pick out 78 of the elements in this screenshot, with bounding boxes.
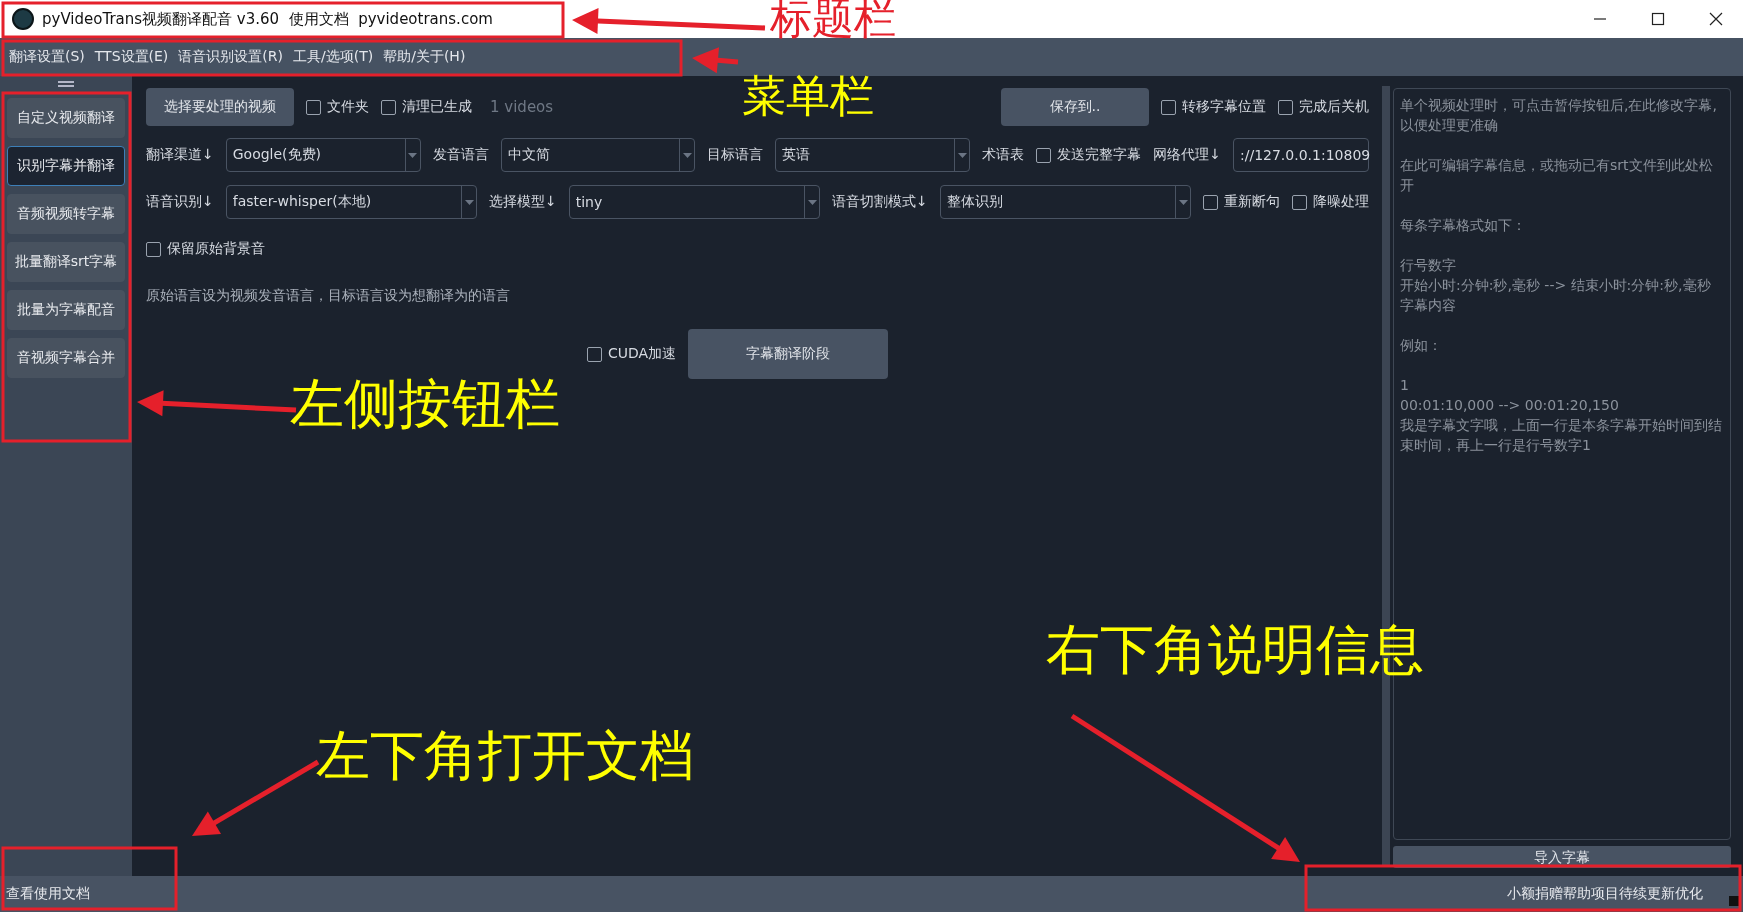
checkbox-label[interactable]: 重新断句: [1224, 193, 1280, 211]
annotation-label: 菜单栏: [742, 70, 874, 123]
checkbox-label[interactable]: 降噪处理: [1313, 193, 1369, 211]
checkbox-label[interactable]: 清理已生成: [402, 98, 472, 116]
import-subtitle-button[interactable]: 导入字幕: [1393, 846, 1731, 868]
dropdown[interactable]: 英语: [775, 138, 971, 172]
maximize-icon[interactable]: [1651, 12, 1665, 26]
donate-link[interactable]: 小额捐赠帮助项目待续更新优化: [1507, 885, 1703, 903]
annotation-label: 左侧按钮栏: [290, 372, 560, 437]
placeholder-text: 例如：: [1400, 336, 1443, 355]
checkbox-label[interactable]: 完成后关机: [1299, 98, 1369, 116]
hint-text: 原始语言设为视频发音语言，目标语言设为想翻译为的语言: [146, 287, 510, 305]
pointer-arrow: [692, 47, 739, 74]
field-label: 网络代理↓: [1153, 146, 1221, 164]
sidebar-button[interactable]: 自定义视频翻译: [7, 98, 125, 138]
placeholder-text: 每条字幕格式如下：: [1400, 216, 1527, 235]
action-button[interactable]: 保存到..: [1001, 88, 1149, 126]
field-label: 翻译渠道↓: [146, 146, 214, 164]
checkbox[interactable]: [1278, 99, 1293, 115]
menu-item[interactable]: 翻译设置(S): [9, 48, 85, 66]
placeholder-text: 单个视频处理时，可点击暂停按钮后,在此修改字幕,以便处理更准确: [1400, 96, 1718, 135]
checkbox[interactable]: [1292, 194, 1307, 210]
dropdown[interactable]: 中文简: [500, 138, 696, 172]
menu-item[interactable]: 帮助/关于(H): [383, 48, 466, 66]
dropdown-arrow-icon: [408, 152, 418, 158]
menu-item[interactable]: TTS设置(E): [94, 48, 169, 66]
checkbox-label[interactable]: 转移字幕位置: [1182, 98, 1266, 116]
checkbox-label[interactable]: CUDA加速: [607, 345, 677, 363]
placeholder-text: 开始小时:分钟:秒,毫秒 --> 结束小时:分钟:秒,毫秒: [1400, 276, 1712, 295]
sidebar-button[interactable]: 识别字幕并翻译: [7, 146, 125, 186]
dropdown[interactable]: 整体识别: [939, 185, 1191, 219]
field-label: 术语表: [982, 146, 1025, 164]
placeholder-text: 我是字幕文字哦，上面一行是本条字幕开始时间到结束时间，再上一行是行号数字1: [1400, 416, 1723, 455]
field-label: 目标语言: [707, 146, 764, 164]
dropdown-arrow-icon: [682, 152, 692, 158]
checkbox-label[interactable]: 保留原始背景音: [167, 240, 265, 258]
app-logo-icon: [12, 8, 34, 30]
dropdown[interactable]: faster-whisper(本地): [225, 185, 477, 219]
dropdown-arrow-icon: [957, 152, 967, 158]
checkbox[interactable]: [306, 99, 321, 115]
placeholder-text: 行号数字: [1400, 256, 1457, 275]
field-label: 语音切割模式↓: [832, 193, 928, 211]
action-button[interactable]: 选择要处理的视频: [146, 88, 294, 126]
field-label: 选择模型↓: [489, 193, 557, 211]
checkbox[interactable]: [1161, 99, 1176, 115]
drag-handle-icon[interactable]: [57, 80, 75, 88]
proxy-input-field[interactable]: ://127.0.0.1:10809: [1233, 138, 1369, 172]
close-icon[interactable]: [1709, 12, 1723, 26]
dropdown-arrow-icon: [1178, 199, 1188, 205]
checkbox[interactable]: [586, 346, 602, 362]
field-label: 发音语言: [432, 146, 489, 164]
sidebar-button[interactable]: 批量为字幕配音: [7, 290, 125, 330]
video-count: 1 videos: [490, 98, 554, 116]
sidebar-button[interactable]: 音视频字幕合并: [7, 338, 125, 378]
checkbox-label[interactable]: 文件夹: [327, 98, 369, 116]
dropdown-arrow-icon: [464, 199, 474, 205]
annotation-label: 左下角打开文档: [316, 724, 694, 789]
checkbox[interactable]: [146, 241, 161, 257]
docs-link[interactable]: 查看使用文档: [6, 885, 90, 903]
sidebar-button[interactable]: 批量翻译srt字幕: [7, 242, 125, 282]
checkbox[interactable]: [1036, 147, 1052, 163]
placeholder-text: 在此可编辑字幕信息，或拖动已有srt文件到此处松开: [1400, 156, 1714, 195]
window-title: pyVideoTrans视频翻译配音 v3.60 使用文档 pyvideotrans.com: [42, 9, 493, 29]
menu-item[interactable]: 工具/选项(T): [293, 48, 374, 66]
checkbox[interactable]: [381, 99, 396, 115]
checkbox[interactable]: [1203, 194, 1218, 210]
placeholder-text: 00:01:10,000 --> 00:01:20,150: [1400, 396, 1620, 415]
field-label: 语音识别↓: [146, 193, 214, 211]
dropdown[interactable]: Google(免费): [225, 138, 421, 172]
menu-item[interactable]: 语音识别设置(R): [178, 48, 283, 66]
dropdown[interactable]: tiny: [568, 185, 820, 219]
start-button[interactable]: 字幕翻译阶段: [688, 329, 889, 379]
dropdown-arrow-icon: [807, 199, 817, 205]
placeholder-text: 1: [1400, 376, 1410, 395]
resize-grip-icon: [1729, 896, 1739, 906]
placeholder-text: 字幕内容: [1400, 296, 1457, 315]
sidebar-button[interactable]: 音频视频转字幕: [7, 194, 125, 234]
checkbox-label[interactable]: 发送完整字幕: [1057, 146, 1142, 164]
